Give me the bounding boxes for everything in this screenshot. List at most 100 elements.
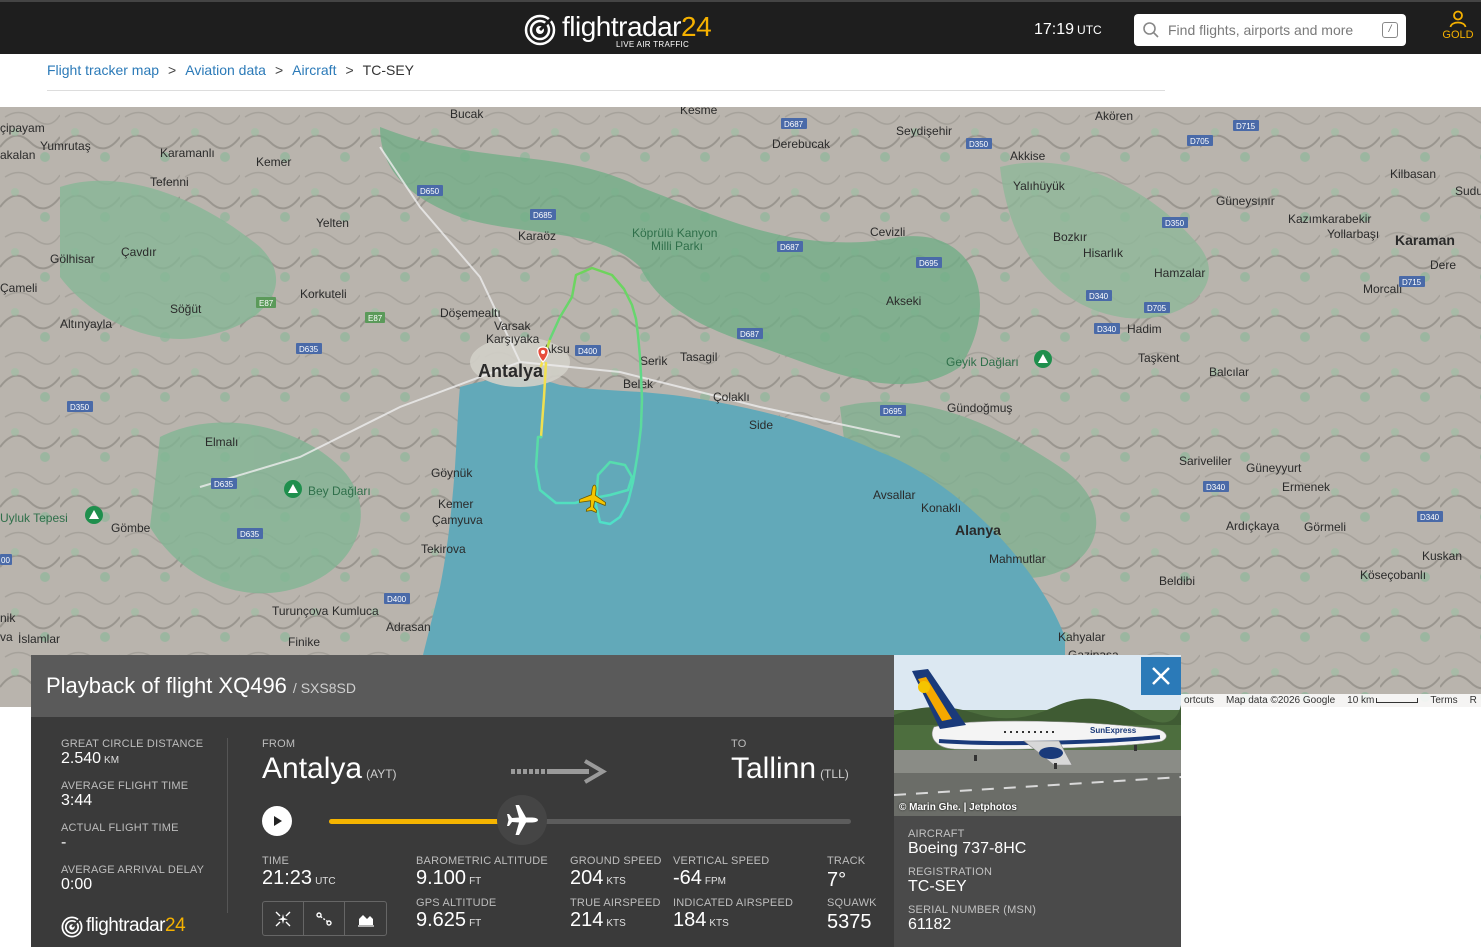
- svg-text:Yelten: Yelten: [316, 216, 349, 230]
- vs-unit: FPM: [704, 876, 727, 887]
- squawk-stat: SQUAWK 5375: [827, 897, 877, 934]
- from-label: FROM: [262, 738, 296, 750]
- destination-code: (TLL): [820, 767, 849, 781]
- breadcrumb-flight-tracker-map[interactable]: Flight tracker map: [47, 62, 159, 78]
- svg-text:D715: D715: [1402, 278, 1422, 287]
- breadcrumb-separator: >: [168, 62, 177, 78]
- show-graph-button[interactable]: [345, 902, 386, 935]
- svg-text:Ermenek: Ermenek: [1282, 480, 1331, 494]
- registration-value: TC-SEY: [908, 878, 967, 895]
- follow-aircraft-button[interactable]: [263, 902, 304, 935]
- utc-clock: 17:19 UTC: [1034, 21, 1102, 39]
- svg-text:D705: D705: [1147, 304, 1167, 313]
- flightradar24-logo[interactable]: flightradar24 LIVE AIR TRAFFIC: [524, 10, 712, 50]
- svg-text:Çamyuva: Çamyuva: [432, 513, 483, 527]
- svg-text:Döşemealtı: Döşemealtı: [440, 306, 501, 320]
- svg-text:Akören: Akören: [1095, 109, 1133, 123]
- svg-text:D400: D400: [387, 595, 407, 604]
- svg-text:D340: D340: [1206, 483, 1226, 492]
- breadcrumb-aircraft[interactable]: Aircraft: [292, 62, 336, 78]
- livery-text: SunExpress: [1090, 726, 1137, 735]
- road-shield: D350: [966, 138, 992, 149]
- search-icon: [1143, 22, 1159, 38]
- map-scale: 10 km: [1347, 695, 1419, 706]
- svg-text:çipayam: çipayam: [0, 121, 45, 135]
- road-shield: D400: [384, 593, 410, 604]
- svg-text:Tekirova: Tekirova: [421, 542, 466, 556]
- flight-map[interactable]: Bucak Kesme Akören Seydişehir Derebucak Akki…: [0, 107, 1481, 707]
- ias-label: INDICATED AIRSPEED: [673, 897, 794, 909]
- park-marker-icon: [1034, 350, 1052, 368]
- svg-text:Bey Dağları: Bey Dağları: [308, 484, 371, 498]
- svg-text:Varsak: Varsak: [494, 319, 531, 333]
- svg-text:Tefenni: Tefenni: [150, 175, 189, 189]
- account-tier-label: GOLD: [1442, 29, 1474, 41]
- origin-city[interactable]: Antalya: [262, 752, 362, 785]
- svg-text:E87: E87: [368, 314, 383, 323]
- svg-text:İslamlar: İslamlar: [18, 632, 60, 646]
- search-shortcut-key: /: [1382, 22, 1398, 38]
- play-button[interactable]: [262, 806, 292, 836]
- svg-text:D400: D400: [578, 347, 598, 356]
- road-shield: D687: [781, 118, 807, 129]
- svg-text:Antalya: Antalya: [478, 361, 544, 381]
- close-button[interactable]: [1141, 657, 1181, 695]
- destination-city[interactable]: Tallinn: [731, 752, 816, 785]
- svg-text:Geyik Dağları: Geyik Dağları: [946, 355, 1019, 369]
- breadcrumb-separator: >: [274, 62, 284, 78]
- road-shield: D695: [916, 257, 942, 268]
- squawk-label: SQUAWK: [827, 897, 877, 909]
- svg-text:D687: D687: [740, 330, 760, 339]
- svg-text:Karaman: Karaman: [1395, 232, 1455, 248]
- svg-text:D705: D705: [1190, 137, 1210, 146]
- playback-callsign: / SXS8SD: [292, 680, 356, 696]
- time-unit: UTC: [315, 876, 336, 887]
- tas-value: 214: [570, 909, 604, 931]
- gps-altitude-stat: GPS ALTITUDE 9.625 FT: [416, 897, 496, 932]
- road-shield: D340: [1417, 511, 1443, 522]
- svg-text:Avsallar: Avsallar: [873, 488, 915, 502]
- gps-label: GPS ALTITUDE: [416, 897, 497, 909]
- svg-text:Köseçobanlı: Köseçobanlı: [1360, 568, 1426, 582]
- map-data-credit: Map data ©2026 Google: [1226, 695, 1336, 706]
- svg-text:Alanya: Alanya: [955, 522, 1001, 538]
- svg-text:D340: D340: [1420, 513, 1440, 522]
- svg-text:Kemer: Kemer: [256, 155, 291, 169]
- flight-summary: GREAT CIRCLE DISTANCE 2.540 KM AVERAGE FL…: [61, 738, 231, 906]
- baro-value: 9.100: [416, 867, 467, 889]
- route-arrow-icon: [511, 759, 607, 784]
- panel-flightradar24-logo[interactable]: flightradar24: [61, 913, 186, 941]
- account-button[interactable]: GOLD: [1438, 10, 1478, 41]
- svg-text:Derebucak: Derebucak: [772, 137, 831, 151]
- vs-value: -64: [673, 867, 702, 889]
- playback-timeline[interactable]: [329, 795, 851, 845]
- registration-label: REGISTRATION: [908, 866, 993, 878]
- top-navigation-bar: flightradar24 LIVE AIR TRAFFIC 17:19 UTC …: [0, 0, 1481, 54]
- playback-title: Playback of flight XQ496: [46, 673, 287, 698]
- road-shield: D340: [1094, 323, 1120, 334]
- map-report-link[interactable]: R: [1470, 695, 1477, 706]
- aircraft-photo[interactable]: SunExpress © Marin Ghe. | Jetphotos: [894, 655, 1181, 816]
- svg-text:Karşıyaka: Karşıyaka: [486, 332, 540, 346]
- search-input[interactable]: [1168, 22, 1368, 38]
- barometric-altitude-stat: BAROMETRIC ALTITUDE 9.100 FT: [416, 855, 548, 890]
- aircraft-info: AIRCRAFT Boeing 737-8HC REGISTRATION TC-…: [908, 828, 1036, 942]
- svg-text:Milli Parkı: Milli Parkı: [651, 239, 703, 253]
- photo-credit[interactable]: © Marin Ghe. | Jetphotos: [899, 802, 1017, 813]
- map-canvas[interactable]: Bucak Kesme Akören Seydişehir Derebucak Akki…: [0, 107, 1481, 707]
- route-destination: TO Tallinn (TLL): [731, 738, 849, 786]
- aircraft-type: AIRCRAFT Boeing 737-8HC: [908, 828, 1036, 858]
- show-route-button[interactable]: [304, 902, 345, 935]
- map-terms-link[interactable]: Terms: [1430, 695, 1457, 706]
- svg-text:D650: D650: [420, 187, 440, 196]
- breadcrumb-aviation-data[interactable]: Aviation data: [185, 62, 266, 78]
- play-icon: [274, 816, 282, 826]
- search-box[interactable]: /: [1134, 14, 1406, 46]
- road-shield: D705: [1144, 302, 1170, 313]
- playback-scrubber[interactable]: [497, 795, 547, 845]
- svg-text:Görmeli: Görmeli: [1304, 520, 1346, 534]
- focus-aircraft-icon: [275, 911, 291, 926]
- map-shortcuts-link[interactable]: ortcuts: [1184, 695, 1214, 706]
- park-marker-icon: [284, 480, 302, 498]
- gs-unit: KTS: [606, 876, 626, 887]
